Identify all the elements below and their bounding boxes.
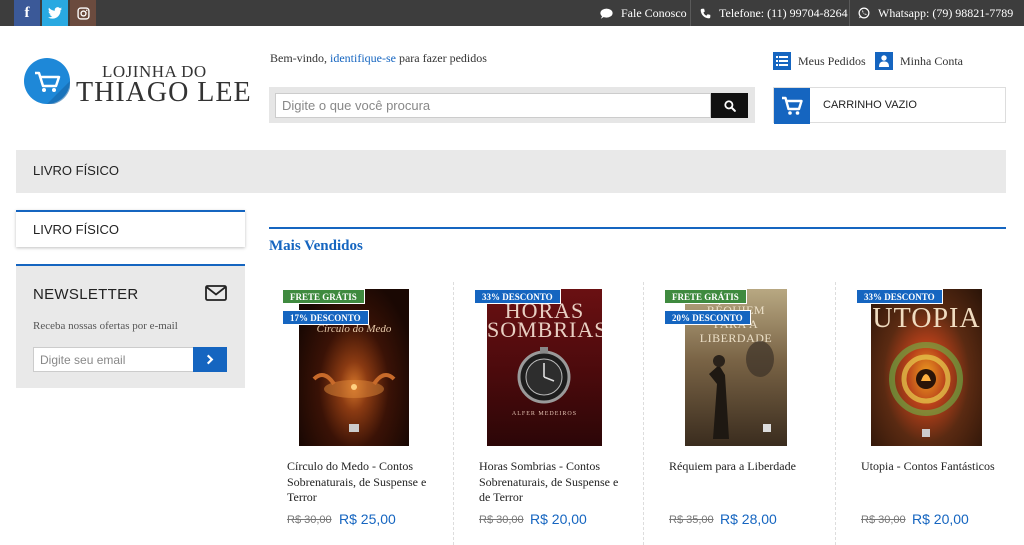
category-nav: LIVRO FÍSICO bbox=[16, 150, 1006, 193]
product-old-price: R$ 30,00 bbox=[287, 514, 332, 526]
product-price: R$ 28,00 bbox=[720, 511, 777, 527]
store-logo[interactable]: LOJINHA DO THIAGO LEE bbox=[24, 58, 251, 108]
welcome-message: Bem-vindo, identifique-se para fazer ped… bbox=[270, 51, 487, 66]
product-price: R$ 20,00 bbox=[912, 511, 969, 527]
newsletter-description: Receba nossas ofertas por e-mail bbox=[33, 320, 178, 332]
envelope-icon bbox=[205, 285, 227, 306]
logo-text-bottom: THIAGO LEE bbox=[76, 77, 252, 108]
badge-discount: 20% DESCONTO bbox=[664, 310, 751, 325]
login-link[interactable]: identifique-se bbox=[330, 51, 396, 65]
sidebar-item-livro-fisico[interactable]: LIVRO FÍSICO bbox=[16, 210, 245, 247]
my-orders-label: Meus Pedidos bbox=[798, 53, 866, 68]
search-bar bbox=[269, 87, 755, 123]
cover-author: ALFER MEDEIROS bbox=[511, 411, 578, 417]
newsletter-submit-button[interactable] bbox=[193, 347, 227, 372]
badge-free-shipping: FRETE GRÁTIS bbox=[282, 289, 365, 304]
product-name[interactable]: Círculo do Medo - Contos Sobrenaturais, … bbox=[287, 459, 427, 506]
search-icon bbox=[723, 99, 736, 112]
cover-art bbox=[889, 342, 963, 437]
section-divider bbox=[269, 227, 1006, 229]
twitter-icon[interactable] bbox=[42, 0, 68, 26]
welcome-prefix: Bem-vindo, bbox=[270, 51, 330, 65]
list-icon bbox=[773, 52, 791, 70]
logo-circle bbox=[24, 58, 70, 104]
product-card[interactable]: HORAS SOMBRIAS ALFER MEDEIROS 33% DESCON… bbox=[474, 289, 659, 545]
top-divider bbox=[849, 0, 850, 26]
cover-art bbox=[517, 347, 571, 404]
instagram-icon[interactable] bbox=[70, 0, 96, 26]
product-cover-image[interactable]: UTOPIA bbox=[871, 289, 982, 446]
badge-discount: 17% DESCONTO bbox=[282, 310, 369, 325]
badge-discount: 33% DESCONTO bbox=[474, 289, 561, 304]
sidebar-item-label: LIVRO FÍSICO bbox=[33, 222, 119, 237]
product-price: R$ 20,00 bbox=[530, 511, 587, 527]
newsletter-box: NEWSLETTER Receba nossas ofertas por e-m… bbox=[16, 264, 245, 388]
cart-button[interactable]: CARRINHO VAZIO bbox=[773, 87, 1006, 124]
my-account-label: Minha Conta bbox=[900, 53, 963, 68]
product-old-price: R$ 30,00 bbox=[479, 514, 524, 526]
product-name[interactable]: Horas Sombrias - Contos Sobrenaturais, d… bbox=[479, 459, 619, 506]
contact-label: Fale Conosco bbox=[621, 5, 687, 20]
my-account-link[interactable]: Minha Conta bbox=[875, 52, 963, 70]
whatsapp-link[interactable]: Whatsapp: (79) 98821-7789 bbox=[858, 0, 1013, 26]
welcome-suffix: para fazer pedidos bbox=[395, 51, 487, 65]
phone-label: Telefone: (11) 99704-8264 bbox=[719, 5, 848, 20]
product-name[interactable]: Utopia - Contos Fantásticos bbox=[861, 459, 1001, 475]
product-name[interactable]: Réquiem para a Liberdade bbox=[669, 459, 809, 475]
product-price: R$ 25,00 bbox=[339, 511, 396, 527]
top-divider bbox=[690, 0, 691, 26]
user-icon bbox=[875, 52, 893, 70]
cart-logo-icon bbox=[35, 71, 70, 104]
nav-item-livro-fisico[interactable]: LIVRO FÍSICO bbox=[33, 163, 119, 178]
chevron-right-icon bbox=[206, 354, 214, 365]
phone-link[interactable]: Telefone: (11) 99704-8264 bbox=[700, 0, 848, 26]
search-input[interactable] bbox=[275, 93, 711, 118]
product-card[interactable]: Círculo do Medo FRETE GRÁTIS 17% DESCONT… bbox=[282, 289, 467, 545]
contact-link[interactable]: Fale Conosco bbox=[600, 0, 687, 26]
phone-icon bbox=[700, 8, 711, 18]
badge-discount: 33% DESCONTO bbox=[856, 289, 943, 304]
badge-free-shipping: FRETE GRÁTIS bbox=[664, 289, 747, 304]
top-bar: f Fale Conosco Telefone: (11) 99704-8264… bbox=[0, 0, 1024, 26]
cart-status: CARRINHO VAZIO bbox=[823, 99, 917, 111]
chat-icon bbox=[600, 8, 613, 19]
cart-icon bbox=[774, 88, 810, 124]
section-title: Mais Vendidos bbox=[269, 238, 363, 254]
newsletter-title: NEWSLETTER bbox=[33, 286, 139, 303]
product-card[interactable]: UTOPIA 33% DESCONTO Utopia - Contos Fant… bbox=[856, 289, 1024, 545]
product-card[interactable]: RÉQUIEM PARA A LIBERDADE FRETE GRÁTIS 20… bbox=[664, 289, 849, 545]
whatsapp-icon bbox=[858, 7, 870, 19]
product-old-price: R$ 30,00 bbox=[861, 514, 906, 526]
whatsapp-label: Whatsapp: (79) 98821-7789 bbox=[878, 5, 1014, 20]
product-cover-image[interactable]: HORAS SOMBRIAS ALFER MEDEIROS bbox=[487, 289, 602, 446]
facebook-icon[interactable]: f bbox=[14, 0, 40, 26]
newsletter-email-input[interactable] bbox=[33, 347, 210, 372]
product-old-price: R$ 35,00 bbox=[669, 514, 714, 526]
search-button[interactable] bbox=[711, 93, 748, 118]
my-orders-link[interactable]: Meus Pedidos bbox=[773, 52, 866, 70]
